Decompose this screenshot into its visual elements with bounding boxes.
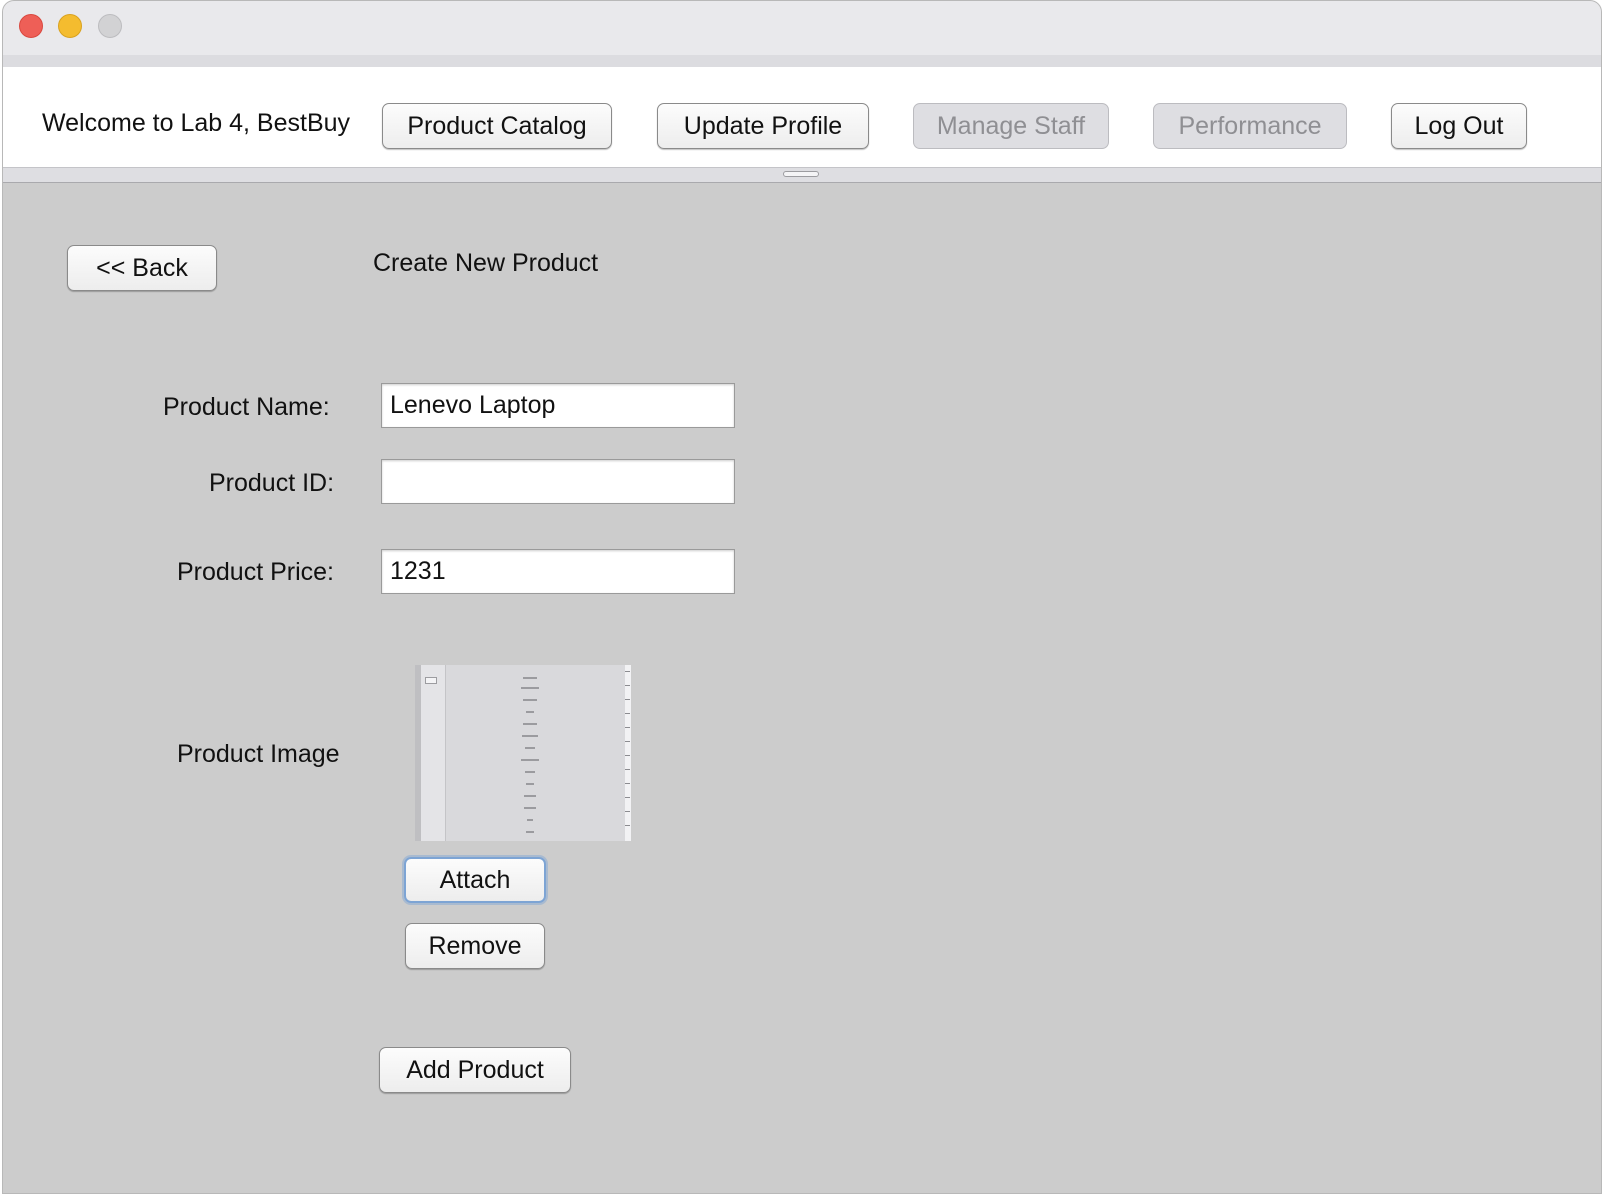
top-band: [3, 55, 1601, 67]
page-title: Create New Product: [373, 249, 599, 277]
product-name-label: Product Name:: [163, 393, 330, 421]
performance-button[interactable]: Performance: [1153, 103, 1347, 149]
app-window: Welcome to Lab 4, BestBuy Product Catalo…: [2, 0, 1602, 1194]
product-id-label: Product ID:: [209, 469, 335, 497]
manage-staff-button[interactable]: Manage Staff: [913, 103, 1109, 149]
attach-button[interactable]: Attach: [404, 857, 546, 903]
product-catalog-button[interactable]: Product Catalog: [382, 103, 612, 149]
product-image-label: Product Image: [177, 740, 340, 768]
product-name-input[interactable]: [381, 383, 735, 428]
add-product-button[interactable]: Add Product: [379, 1047, 571, 1093]
divider-grip-icon[interactable]: [783, 171, 819, 177]
update-profile-button[interactable]: Update Profile: [657, 103, 869, 149]
maximize-window-button[interactable]: [98, 14, 122, 38]
close-window-button[interactable]: [19, 14, 43, 38]
product-price-input[interactable]: [381, 549, 735, 594]
title-bar: [3, 1, 1601, 56]
product-price-label: Product Price:: [177, 558, 335, 586]
back-button[interactable]: << Back: [67, 245, 217, 291]
product-image-preview: [415, 665, 631, 841]
minimize-window-button[interactable]: [58, 14, 82, 38]
content-panel: << Back Create New Product: [3, 183, 1601, 1193]
welcome-label: Welcome to Lab 4, BestBuy: [42, 109, 351, 137]
log-out-button[interactable]: Log Out: [1391, 103, 1527, 149]
header-panel: Welcome to Lab 4, BestBuy Product Catalo…: [3, 67, 1601, 167]
split-pane-divider[interactable]: [3, 167, 1601, 183]
remove-button[interactable]: Remove: [405, 923, 545, 969]
product-id-input[interactable]: [381, 459, 735, 504]
